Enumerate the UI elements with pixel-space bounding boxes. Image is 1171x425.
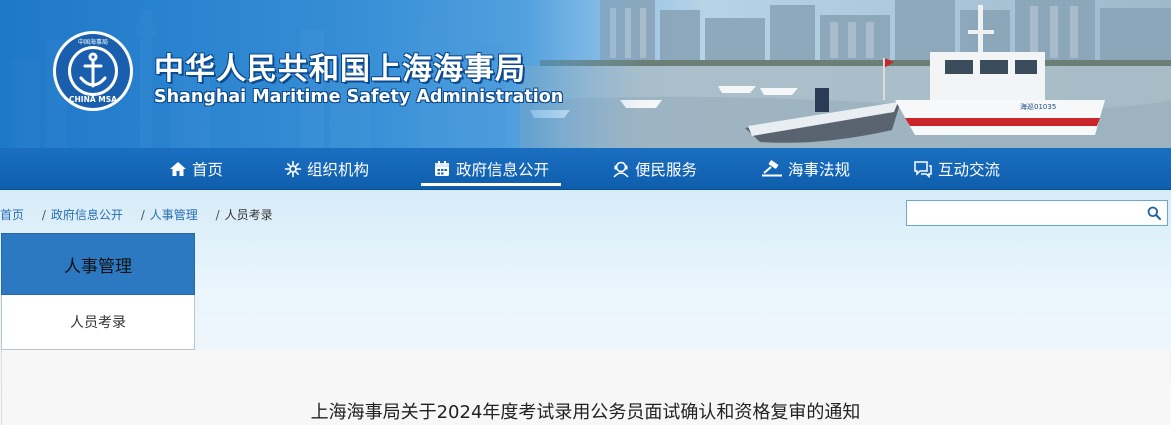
breadcrumb-gov-info[interactable]: 政府信息公开 — [51, 208, 123, 222]
home-icon — [170, 161, 186, 176]
china-msa-logo: CHINA MSA 中国海事局 — [53, 31, 133, 111]
site-title-en: Shanghai Maritime Safety Administration — [154, 87, 564, 107]
calendar-icon — [435, 160, 449, 176]
breadcrumb-separator: / — [215, 208, 220, 222]
nav-service-label: 便民服务 — [635, 160, 698, 179]
nav-regulations[interactable]: 海事法规 — [761, 148, 850, 189]
logo-text-cn: 中国海事局 — [78, 38, 108, 46]
nav-interaction-label: 互动交流 — [938, 160, 1001, 179]
nav-organization[interactable]: 组织机构 — [284, 148, 369, 189]
sidebar-item-recruitment[interactable]: 人员考录 — [1, 295, 195, 350]
nav-interaction[interactable]: 互动交流 — [913, 148, 1000, 189]
main-nav: 首页 组织机构 政府信息公开 便民服务 海事法规 互动交流 — [0, 148, 1171, 190]
breadcrumb-separator: / — [140, 208, 145, 222]
gavel-icon — [762, 159, 782, 176]
nav-home[interactable]: 首页 — [169, 148, 223, 189]
chat-icon — [914, 160, 932, 178]
sidebar-heading: 人事管理 — [1, 233, 195, 295]
nav-organization-label: 组织机构 — [307, 160, 370, 179]
search-box — [906, 200, 1168, 226]
nav-regulations-label: 海事法规 — [788, 160, 851, 179]
nav-gov-info-label: 政府信息公开 — [456, 160, 550, 179]
nav-home-label: 首页 — [192, 160, 224, 179]
boat-hull-number: 海巡01035 — [1020, 102, 1056, 111]
breadcrumb-separator: / — [41, 208, 46, 222]
search-input[interactable] — [911, 202, 1145, 226]
breadcrumb: 首页 / 政府信息公开 / 人事管理 / 人员考录 — [0, 206, 273, 223]
header-banner: 海巡01035 CHINA MSA 中国海事局 中华人民共和国上海海事局 Sha… — [0, 0, 1171, 148]
breadcrumb-home[interactable]: 首页 — [0, 208, 24, 222]
search-icon[interactable] — [1147, 206, 1161, 220]
breadcrumb-current: 人员考录 — [224, 208, 273, 222]
breadcrumb-personnel[interactable]: 人事管理 — [150, 208, 198, 222]
org-icon — [284, 160, 302, 177]
article-title: 上海海事局关于2024年度考试录用公务员面试确认和资格复审的通知 — [310, 402, 861, 423]
nav-gov-info[interactable]: 政府信息公开 — [420, 148, 562, 189]
logo-text: CHINA MSA — [69, 95, 117, 104]
site-title-cn: 中华人民共和国上海海事局 — [154, 52, 526, 87]
nav-service[interactable]: 便民服务 — [612, 148, 697, 189]
service-icon — [613, 161, 629, 178]
